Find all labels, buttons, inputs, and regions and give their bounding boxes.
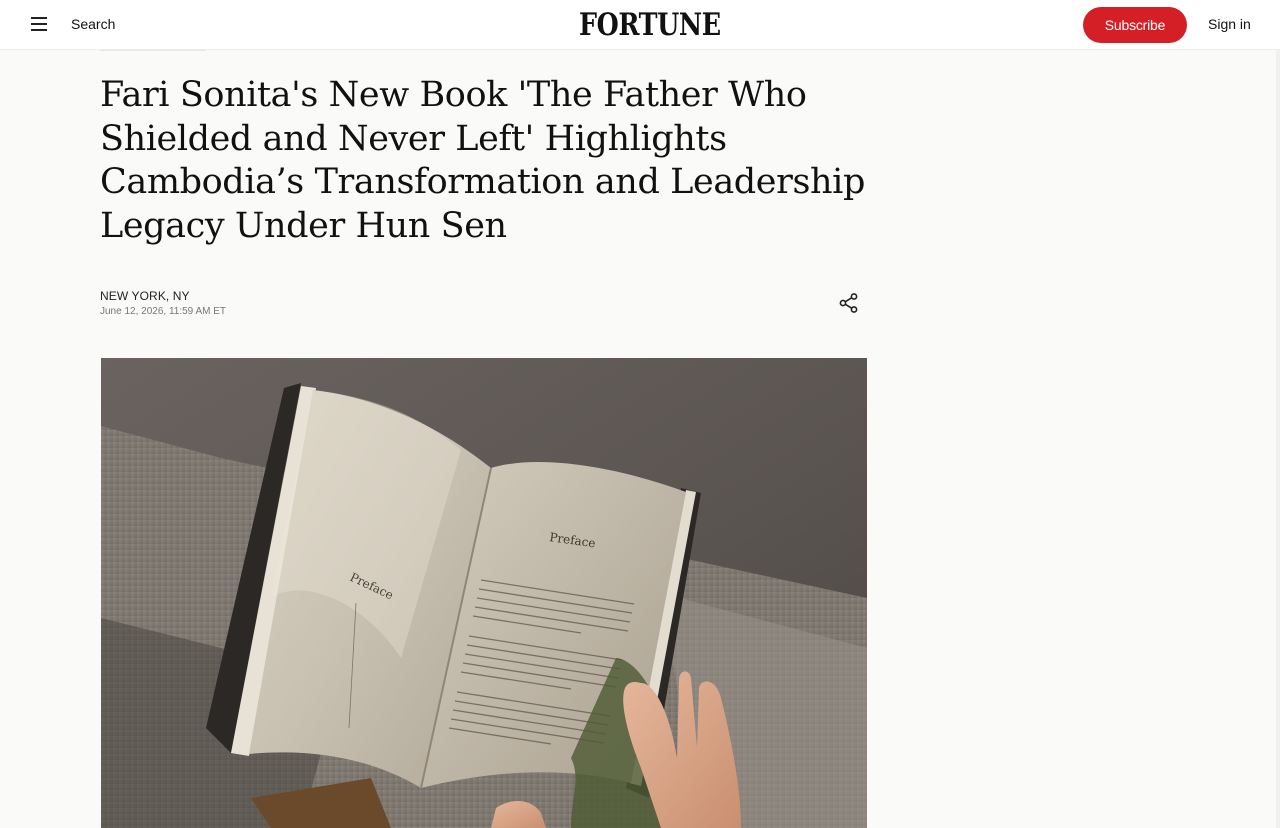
share-icon[interactable]: [838, 292, 860, 314]
article-headline: Fari Sonita's New Book 'The Father Who S…: [100, 75, 865, 246]
article-timestamp: June 12, 2026, 11:59 AM ET: [100, 306, 227, 317]
hamburger-menu-icon[interactable]: [29, 15, 49, 33]
site-header: Search FORTUNE Subscribe Sign in: [0, 0, 1280, 50]
hero-image: Preface Preface: [101, 358, 867, 828]
page-scrollbar[interactable]: [1276, 50, 1280, 828]
sign-in-link[interactable]: Sign in: [1208, 16, 1251, 32]
subscribe-button[interactable]: Subscribe: [1083, 7, 1187, 43]
fortune-logo[interactable]: FORTUNE: [579, 7, 721, 43]
open-book-photo: Preface Preface: [101, 358, 867, 828]
section-divider: [100, 50, 206, 51]
article-dateline: NEW YORK, NY: [100, 289, 190, 303]
search-link[interactable]: Search: [71, 16, 115, 32]
